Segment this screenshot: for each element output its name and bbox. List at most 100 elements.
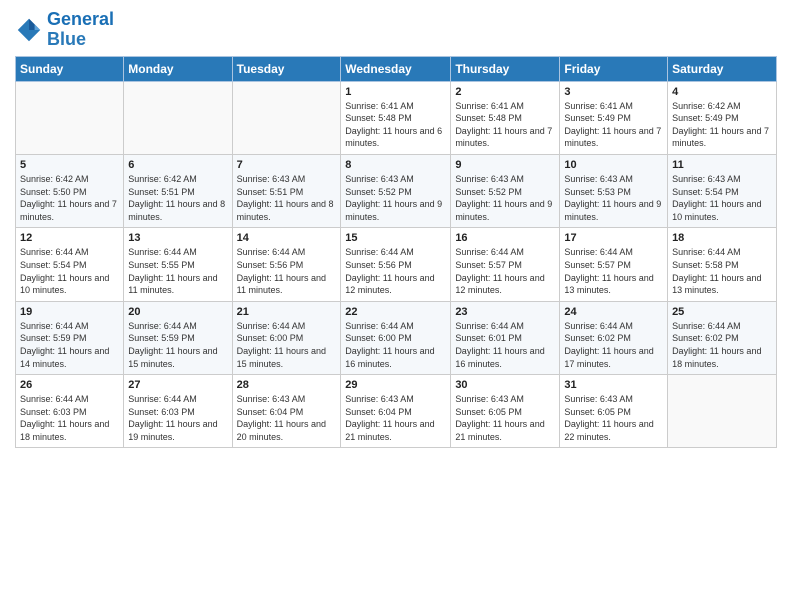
day-info: Sunrise: 6:44 AMSunset: 5:57 PMDaylight:… — [564, 246, 663, 296]
logo: General Blue — [15, 10, 114, 50]
day-info: Sunrise: 6:43 AMSunset: 5:52 PMDaylight:… — [345, 173, 446, 223]
day-number: 23 — [455, 306, 555, 318]
calendar-cell: 9 Sunrise: 6:43 AMSunset: 5:52 PMDaylight… — [451, 154, 560, 227]
day-info: Sunrise: 6:43 AMSunset: 5:53 PMDaylight:… — [564, 173, 663, 223]
calendar-header-sunday: Sunday — [16, 56, 124, 81]
day-info: Sunrise: 6:44 AMSunset: 5:54 PMDaylight:… — [20, 246, 119, 296]
calendar-header-monday: Monday — [124, 56, 232, 81]
calendar-header-tuesday: Tuesday — [232, 56, 341, 81]
calendar-cell: 25 Sunrise: 6:44 AMSunset: 6:02 PMDayligh… — [668, 301, 777, 374]
day-info: Sunrise: 6:44 AMSunset: 5:57 PMDaylight:… — [455, 246, 555, 296]
logo-icon — [15, 16, 43, 44]
day-info: Sunrise: 6:44 AMSunset: 5:59 PMDaylight:… — [20, 320, 119, 370]
day-info: Sunrise: 6:43 AMSunset: 6:04 PMDaylight:… — [345, 393, 446, 443]
calendar-cell: 3Sunrise: 6:41 AMSunset: 5:49 PMDaylight… — [560, 81, 668, 154]
day-number: 2 — [455, 86, 555, 98]
calendar-header-saturday: Saturday — [668, 56, 777, 81]
header: General Blue — [15, 10, 777, 50]
day-info: Sunrise: 6:43 AMSunset: 5:52 PMDaylight:… — [455, 173, 555, 223]
day-info: Sunrise: 6:44 AMSunset: 6:01 PMDaylight:… — [455, 320, 555, 370]
day-number: 7 — [237, 159, 337, 171]
day-number: 29 — [345, 379, 446, 391]
day-info: Sunrise: 6:42 AMSunset: 5:50 PMDaylight:… — [20, 173, 119, 223]
calendar-cell: 2 Sunrise: 6:41 AMSunset: 5:48 PMDaylight… — [451, 81, 560, 154]
day-info: Sunrise: 6:42 AMSunset: 5:49 PMDaylight:… — [672, 100, 772, 150]
day-number: 25 — [672, 306, 772, 318]
day-info: Sunrise: 6:44 AMSunset: 5:55 PMDaylight:… — [128, 246, 227, 296]
calendar-week-5: 26 Sunrise: 6:44 AMSunset: 6:03 PMDayligh… — [16, 375, 777, 448]
calendar-cell: 31 Sunrise: 6:43 AMSunset: 6:05 PMDayligh… — [560, 375, 668, 448]
calendar-cell: 5 Sunrise: 6:42 AMSunset: 5:50 PMDaylight… — [16, 154, 124, 227]
calendar-header-row: SundayMondayTuesdayWednesdayThursdayFrid… — [16, 56, 777, 81]
calendar-header-thursday: Thursday — [451, 56, 560, 81]
day-info: Sunrise: 6:43 AMSunset: 6:05 PMDaylight:… — [455, 393, 555, 443]
day-info: Sunrise: 6:41 AMSunset: 5:48 PMDaylight:… — [345, 100, 446, 150]
day-number: 31 — [564, 379, 663, 391]
day-info: Sunrise: 6:44 AMSunset: 5:56 PMDaylight:… — [237, 246, 337, 296]
calendar-cell: 7 Sunrise: 6:43 AMSunset: 5:51 PMDaylight… — [232, 154, 341, 227]
calendar-cell: 21 Sunrise: 6:44 AMSunset: 6:00 PMDayligh… — [232, 301, 341, 374]
day-number: 13 — [128, 232, 227, 244]
calendar-cell: 17Sunrise: 6:44 AMSunset: 5:57 PMDayligh… — [560, 228, 668, 301]
calendar-cell: 6 Sunrise: 6:42 AMSunset: 5:51 PMDaylight… — [124, 154, 232, 227]
calendar-cell: 26 Sunrise: 6:44 AMSunset: 6:03 PMDayligh… — [16, 375, 124, 448]
day-info: Sunrise: 6:42 AMSunset: 5:51 PMDaylight:… — [128, 173, 227, 223]
day-info: Sunrise: 6:43 AMSunset: 6:05 PMDaylight:… — [564, 393, 663, 443]
day-number: 1 — [345, 86, 446, 98]
day-number: 14 — [237, 232, 337, 244]
calendar-cell: 27 Sunrise: 6:44 AMSunset: 6:03 PMDayligh… — [124, 375, 232, 448]
day-number: 6 — [128, 159, 227, 171]
day-info: Sunrise: 6:41 AMSunset: 5:48 PMDaylight:… — [455, 100, 555, 150]
calendar-cell: 23 Sunrise: 6:44 AMSunset: 6:01 PMDayligh… — [451, 301, 560, 374]
calendar-week-2: 5 Sunrise: 6:42 AMSunset: 5:50 PMDaylight… — [16, 154, 777, 227]
day-number: 28 — [237, 379, 337, 391]
calendar-week-1: 1 Sunrise: 6:41 AMSunset: 5:48 PMDaylight… — [16, 81, 777, 154]
calendar-cell — [232, 81, 341, 154]
day-number: 15 — [345, 232, 446, 244]
day-info: Sunrise: 6:43 AMSunset: 5:54 PMDaylight:… — [672, 173, 772, 223]
calendar-cell: 24Sunrise: 6:44 AMSunset: 6:02 PMDayligh… — [560, 301, 668, 374]
calendar-header-friday: Friday — [560, 56, 668, 81]
calendar-cell: 1 Sunrise: 6:41 AMSunset: 5:48 PMDaylight… — [341, 81, 451, 154]
day-number: 3 — [564, 86, 663, 98]
calendar-cell: 13 Sunrise: 6:44 AMSunset: 5:55 PMDayligh… — [124, 228, 232, 301]
day-number: 27 — [128, 379, 227, 391]
calendar-cell: 16 Sunrise: 6:44 AMSunset: 5:57 PMDayligh… — [451, 228, 560, 301]
day-info: Sunrise: 6:44 AMSunset: 6:03 PMDaylight:… — [20, 393, 119, 443]
day-number: 12 — [20, 232, 119, 244]
calendar-cell: 20Sunrise: 6:44 AMSunset: 5:59 PMDayligh… — [124, 301, 232, 374]
day-info: Sunrise: 6:44 AMSunset: 5:58 PMDaylight:… — [672, 246, 772, 296]
day-info: Sunrise: 6:43 AMSunset: 6:04 PMDaylight:… — [237, 393, 337, 443]
logo-text: General Blue — [47, 10, 114, 50]
day-number: 24 — [564, 306, 663, 318]
day-number: 5 — [20, 159, 119, 171]
day-number: 20 — [128, 306, 227, 318]
day-number: 9 — [455, 159, 555, 171]
calendar-cell: 18Sunrise: 6:44 AMSunset: 5:58 PMDayligh… — [668, 228, 777, 301]
day-info: Sunrise: 6:44 AMSunset: 6:03 PMDaylight:… — [128, 393, 227, 443]
day-info: Sunrise: 6:44 AMSunset: 6:02 PMDaylight:… — [672, 320, 772, 370]
calendar-cell — [668, 375, 777, 448]
calendar-cell: 28 Sunrise: 6:43 AMSunset: 6:04 PMDayligh… — [232, 375, 341, 448]
calendar-cell: 19 Sunrise: 6:44 AMSunset: 5:59 PMDayligh… — [16, 301, 124, 374]
day-number: 11 — [672, 159, 772, 171]
day-number: 30 — [455, 379, 555, 391]
day-number: 22 — [345, 306, 446, 318]
calendar-cell: 4Sunrise: 6:42 AMSunset: 5:49 PMDaylight… — [668, 81, 777, 154]
calendar-header-wednesday: Wednesday — [341, 56, 451, 81]
calendar-cell: 11 Sunrise: 6:43 AMSunset: 5:54 PMDayligh… — [668, 154, 777, 227]
day-number: 21 — [237, 306, 337, 318]
calendar-cell: 8Sunrise: 6:43 AMSunset: 5:52 PMDaylight… — [341, 154, 451, 227]
calendar-week-4: 19 Sunrise: 6:44 AMSunset: 5:59 PMDayligh… — [16, 301, 777, 374]
day-number: 26 — [20, 379, 119, 391]
day-number: 16 — [455, 232, 555, 244]
calendar-cell: 10 Sunrise: 6:43 AMSunset: 5:53 PMDayligh… — [560, 154, 668, 227]
day-info: Sunrise: 6:44 AMSunset: 6:00 PMDaylight:… — [345, 320, 446, 370]
day-number: 10 — [564, 159, 663, 171]
calendar-week-3: 12 Sunrise: 6:44 AMSunset: 5:54 PMDayligh… — [16, 228, 777, 301]
calendar-cell: 30 Sunrise: 6:43 AMSunset: 6:05 PMDayligh… — [451, 375, 560, 448]
day-info: Sunrise: 6:43 AMSunset: 5:51 PMDaylight:… — [237, 173, 337, 223]
calendar-cell: 22 Sunrise: 6:44 AMSunset: 6:00 PMDayligh… — [341, 301, 451, 374]
day-number: 19 — [20, 306, 119, 318]
day-info: Sunrise: 6:44 AMSunset: 6:00 PMDaylight:… — [237, 320, 337, 370]
